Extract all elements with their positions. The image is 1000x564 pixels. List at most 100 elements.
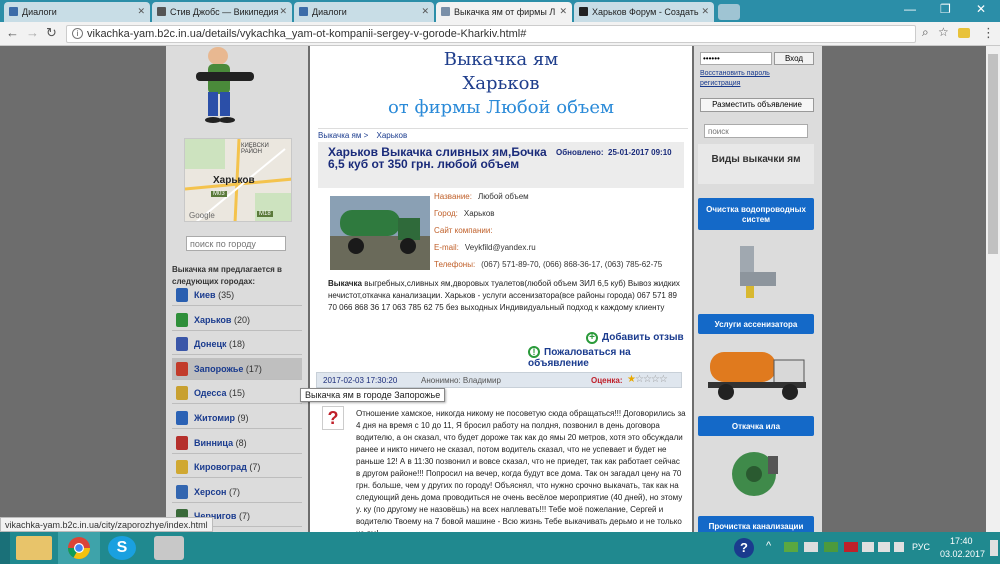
tab-dialogs-2[interactable]: Диалоги ✕ — [294, 2, 434, 22]
tab-kharkiv-forum[interactable]: Харьков Форум - Создать ✕ — [574, 2, 714, 22]
close-icon[interactable]: ✕ — [701, 6, 709, 17]
city-link-4[interactable]: Одесса (15) — [172, 382, 302, 405]
star-empty-icon: ☆ — [650, 374, 660, 385]
bookmark-star-icon[interactable]: ☆ — [938, 25, 949, 39]
close-icon[interactable]: ✕ — [421, 6, 429, 17]
map-city-label: Харьков — [213, 175, 255, 186]
tray-volume-icon[interactable] — [894, 542, 904, 552]
truck-photo[interactable] — [330, 196, 430, 270]
post-ad-button[interactable]: Разместить объявление — [700, 98, 814, 112]
city-link-6[interactable]: Винница (8) — [172, 432, 302, 454]
restore-password-link[interactable]: Восстановить пароль — [700, 70, 770, 77]
clock-date[interactable]: 03.02.2017 — [940, 549, 985, 559]
right-sidebar: Вход Восстановить пароль регистрация Раз… — [694, 46, 822, 532]
water-systems-button[interactable]: Очистка водопроводных систем — [698, 198, 814, 230]
close-icon[interactable]: ✕ — [279, 6, 287, 17]
sewer-cleaning-button[interactable]: Прочистка канализации — [698, 516, 814, 532]
language-indicator[interactable]: РУС — [912, 542, 930, 552]
city-link-0[interactable]: Киев (35) — [172, 284, 302, 306]
notifications-icon[interactable] — [990, 540, 998, 556]
city-count: (7) — [238, 511, 250, 522]
help-icon[interactable]: ? — [734, 538, 754, 558]
city-link-2[interactable]: Донецк (18) — [172, 333, 302, 356]
minimize-icon[interactable]: — — [904, 2, 916, 16]
city-link-3[interactable]: Запорожье (17) — [172, 357, 302, 380]
clock-time[interactable]: 17:40 — [950, 536, 973, 546]
field-label: Сайт компании: — [434, 226, 493, 235]
close-icon[interactable]: ✕ — [137, 6, 145, 17]
field-value[interactable]: Veykfild@yandex.ru — [465, 243, 536, 252]
menu-icon[interactable]: ⋮ — [982, 25, 995, 41]
tray-antivirus-icon[interactable] — [844, 542, 858, 552]
city-name: Запорожье — [194, 363, 244, 374]
url-field[interactable]: i vikachka-yam.b2c.in.ua/details/vykachka… — [66, 25, 916, 43]
paint-icon[interactable] — [154, 536, 184, 560]
tab-steve-jobs[interactable]: Стив Джобс — Википедия ✕ — [152, 2, 292, 22]
tray-battery-icon[interactable] — [784, 542, 798, 552]
breadcrumb-root-link[interactable]: Выкачка ям > — [318, 131, 368, 140]
extension-icon[interactable] — [958, 28, 970, 38]
url-text: vikachka-yam.b2c.in.ua/details/vykachka_… — [87, 28, 527, 40]
city-link-tooltip: Выкачка ям в городе Запорожье — [300, 388, 446, 402]
new-tab-button[interactable] — [718, 4, 740, 20]
back-icon[interactable]: ← — [6, 25, 19, 40]
maximize-icon[interactable]: ❐ — [940, 2, 951, 16]
city-crest-icon — [176, 386, 188, 401]
tab-label: Харьков Форум - Создать — [592, 7, 699, 17]
register-link[interactable]: регистрация — [700, 80, 740, 87]
description-text: выгребных,сливных ям,дворовых туалетов(л… — [328, 279, 680, 312]
search-icon[interactable]: ⌕ — [922, 25, 929, 40]
city-link-1[interactable]: Харьков (20) — [172, 309, 302, 331]
city-crest-icon — [176, 361, 188, 376]
window-controls: — ❐ ✕ — [890, 0, 1000, 20]
tray-network-icon[interactable] — [804, 542, 818, 552]
complain-label: Пожаловаться на объявление — [528, 347, 631, 369]
sidebar-search-input[interactable] — [704, 124, 808, 138]
listing-title: Харьков Выкачка сливных ям,Бочка 6,5 куб… — [328, 145, 547, 171]
close-window-icon[interactable]: ✕ — [976, 2, 986, 16]
skype-icon[interactable]: S — [108, 536, 136, 560]
info-icon: i — [72, 28, 83, 39]
city-search-input[interactable] — [186, 236, 286, 251]
page-scrollbar[interactable] — [986, 46, 1000, 532]
silt-pumping-button[interactable]: Откачка ила — [698, 416, 814, 436]
tray-arrow-icon[interactable]: ^ — [766, 540, 771, 552]
add-review-link[interactable]: + Добавить отзыв — [586, 332, 684, 344]
city-map[interactable]: КИЕВСКИ РАЙОН Харьков М03 М18 Google — [184, 138, 292, 222]
left-sidebar: КИЕВСКИ РАЙОН Харьков М03 М18 Google Вык… — [166, 46, 308, 532]
tray-wifi-icon[interactable] — [862, 542, 874, 552]
city-link-8[interactable]: Херсон (7) — [172, 481, 302, 503]
tab-vikachka[interactable]: Выкачка ям от фирмы Л ✕ — [436, 2, 572, 22]
city-link-7[interactable]: Кировоград (7) — [172, 456, 302, 479]
forum-icon — [579, 7, 588, 16]
updated-label: Обновлено: — [556, 148, 604, 157]
description-lead: Выкачка — [328, 279, 362, 288]
scrollbar-thumb[interactable] — [988, 54, 998, 254]
google-logo: Google — [189, 211, 215, 220]
rating-label: Оценка: — [591, 376, 623, 385]
login-button[interactable]: Вход — [774, 52, 814, 65]
reload-icon[interactable]: ↻ — [46, 25, 57, 41]
plus-icon: + — [586, 332, 598, 344]
tray-app-icon[interactable] — [824, 542, 838, 552]
sewage-services-button[interactable]: Услуги ассенизатора — [698, 314, 814, 334]
city-count: (9) — [237, 413, 249, 423]
file-explorer-icon[interactable] — [16, 536, 52, 560]
breadcrumb: Выкачка ям > Харьков — [318, 128, 688, 140]
close-icon[interactable]: ✕ — [559, 6, 567, 17]
start-button[interactable] — [0, 532, 10, 564]
complain-link[interactable]: ! Пожаловаться на объявление — [528, 346, 692, 369]
chrome-taskbar-button[interactable] — [58, 532, 100, 564]
worker-logo-image — [196, 47, 254, 123]
login-field[interactable] — [700, 52, 772, 65]
pump-image — [732, 452, 778, 496]
review-header: 2017-02-03 17:30:20 Анонимно: Владимир О… — [316, 372, 682, 388]
star-filled-icon: ★ — [627, 374, 636, 385]
city-link-5[interactable]: Житомир (9) — [172, 407, 302, 429]
forward-icon[interactable]: → — [26, 25, 39, 40]
breadcrumb-city-link[interactable]: Харьков — [377, 131, 408, 140]
tab-dialogs-1[interactable]: Диалоги ✕ — [4, 2, 150, 22]
tray-monitor-icon[interactable] — [878, 542, 890, 552]
tank-truck-image — [708, 352, 806, 400]
star-empty-icon: ☆ — [658, 374, 668, 385]
